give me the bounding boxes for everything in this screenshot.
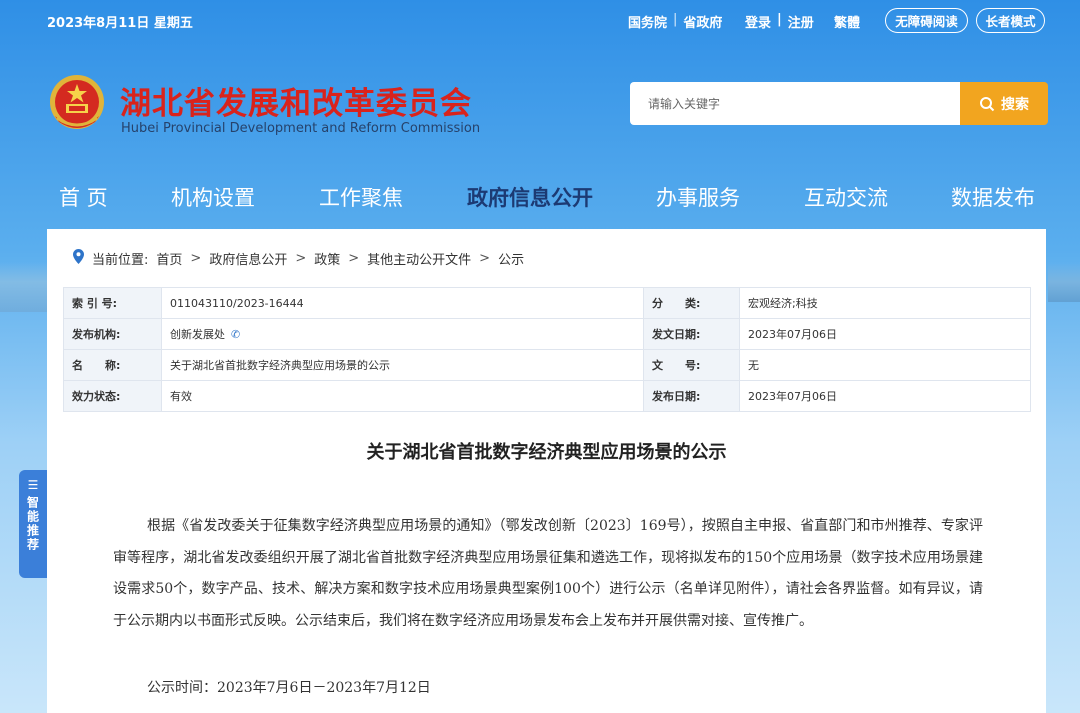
phone-icon[interactable]: ✆ bbox=[231, 328, 240, 341]
meta-value: 无 bbox=[739, 349, 1031, 381]
document-meta-table: 索 引 号: 011043110/2023-16444 分 类: 宏观经济;科技… bbox=[63, 287, 1031, 412]
breadcrumb-other-files[interactable]: 其他主动公开文件 bbox=[367, 249, 471, 268]
nav-organization[interactable]: 机构设置 bbox=[171, 182, 255, 212]
separator: | bbox=[673, 12, 678, 27]
register-link[interactable]: 注册 bbox=[788, 12, 814, 31]
site-title[interactable]: 湖北省发展和改革委员会 bbox=[120, 78, 472, 123]
accessible-reading-button[interactable]: 无障碍阅读 bbox=[885, 8, 968, 33]
meta-label: 分 类: bbox=[643, 287, 740, 319]
meta-label: 文 号: bbox=[643, 349, 740, 381]
article-title: 关于湖北省首批数字经济典型应用场景的公示 bbox=[366, 442, 727, 463]
meta-label: 效力状态: bbox=[63, 380, 162, 412]
skyline-decoration-left bbox=[0, 262, 50, 312]
nav-work-focus[interactable]: 工作聚焦 bbox=[319, 182, 403, 212]
breadcrumb: 当前位置: 首页 > 政府信息公开 > 政策 > 其他主动公开文件 > 公示 bbox=[73, 249, 524, 268]
nav-data-release[interactable]: 数据发布 bbox=[951, 182, 1035, 212]
breadcrumb-prefix: 当前位置: bbox=[92, 253, 149, 268]
chevron-right-icon: > bbox=[190, 251, 202, 266]
chevron-right-icon: > bbox=[295, 251, 307, 266]
list-icon: ☰ bbox=[27, 478, 39, 492]
nav-gov-info-disclosure[interactable]: 政府信息公开 bbox=[467, 182, 593, 212]
account-links: 登录 | 注册 bbox=[745, 12, 814, 31]
nav-interaction[interactable]: 互动交流 bbox=[804, 182, 888, 212]
meta-value: 宏观经济;科技 bbox=[739, 287, 1031, 319]
traditional-chinese-link[interactable]: 繁體 bbox=[834, 12, 860, 31]
top-bar: 2023年8月11日 星期五 国务院 | 省政府 登录 | 注册 繁體 无障碍阅… bbox=[0, 0, 1080, 40]
gov-links: 国务院 | 省政府 bbox=[628, 12, 722, 31]
elder-mode-button[interactable]: 长者模式 bbox=[976, 8, 1045, 33]
meta-label: 发文日期: bbox=[643, 318, 740, 350]
current-date: 2023年8月11日 星期五 bbox=[47, 16, 193, 31]
meta-label: 名 称: bbox=[63, 349, 162, 381]
article-body: 根据《省发改委关于征集数字经济典型应用场景的通知》（鄂发改创新〔2023〕169… bbox=[113, 518, 983, 629]
main-nav: 首 页 机构设置 工作聚焦 政府信息公开 办事服务 互动交流 数据发布 bbox=[0, 182, 1080, 212]
location-pin-icon bbox=[73, 249, 84, 268]
table-row: 名 称: 关于湖北省首批数字经济典型应用场景的公示 文 号: 无 bbox=[63, 349, 1031, 381]
table-row: 效力状态: 有效 发布日期: 2023年07月06日 bbox=[63, 380, 1031, 412]
search-bar: 搜索 bbox=[630, 82, 1048, 125]
nav-services[interactable]: 办事服务 bbox=[656, 182, 740, 212]
search-icon bbox=[980, 96, 995, 111]
notice-period: 公示时间：2023年7月6日－2023年7月12日 bbox=[147, 680, 431, 696]
national-emblem-icon bbox=[47, 72, 107, 136]
chevron-right-icon: > bbox=[479, 251, 491, 266]
meta-value: 关于湖北省首批数字经济典型应用场景的公示 bbox=[161, 349, 644, 381]
link-province-gov[interactable]: 省政府 bbox=[683, 12, 722, 31]
table-row: 索 引 号: 011043110/2023-16444 分 类: 宏观经济;科技 bbox=[63, 287, 1031, 319]
content-panel: 当前位置: 首页 > 政府信息公开 > 政策 > 其他主动公开文件 > 公示 索… bbox=[47, 229, 1046, 713]
meta-label: 索 引 号: bbox=[63, 287, 162, 319]
meta-value-publisher: 创新发展处 ✆ bbox=[161, 318, 644, 350]
meta-value: 011043110/2023-16444 bbox=[161, 287, 644, 319]
meta-label: 发布机构: bbox=[63, 318, 162, 350]
smart-recommend-label: 智能推荐 bbox=[25, 496, 40, 552]
smart-recommend-tab[interactable]: ☰ 智能推荐 bbox=[19, 470, 47, 578]
search-button-label: 搜索 bbox=[1001, 96, 1029, 113]
chevron-right-icon: > bbox=[348, 251, 360, 266]
table-row: 发布机构: 创新发展处 ✆ 发文日期: 2023年07月06日 bbox=[63, 318, 1031, 350]
breadcrumb-home[interactable]: 首页 bbox=[156, 249, 182, 268]
nav-home[interactable]: 首 页 bbox=[59, 182, 108, 212]
breadcrumb-notice[interactable]: 公示 bbox=[498, 249, 524, 268]
search-input[interactable] bbox=[630, 82, 960, 125]
site-subtitle: Hubei Provincial Development and Reform … bbox=[121, 121, 481, 136]
meta-label: 发布日期: bbox=[643, 380, 740, 412]
meta-value: 有效 bbox=[161, 380, 644, 412]
meta-value: 2023年07月06日 bbox=[739, 380, 1031, 412]
separator: | bbox=[777, 12, 782, 27]
publisher-name: 创新发展处 bbox=[170, 328, 225, 341]
breadcrumb-policy[interactable]: 政策 bbox=[314, 249, 340, 268]
link-state-council[interactable]: 国务院 bbox=[628, 12, 667, 31]
meta-value: 2023年07月06日 bbox=[739, 318, 1031, 350]
search-button[interactable]: 搜索 bbox=[960, 82, 1048, 125]
skyline-decoration-right bbox=[1048, 262, 1080, 302]
breadcrumb-gov-info[interactable]: 政府信息公开 bbox=[209, 249, 287, 268]
login-link[interactable]: 登录 bbox=[745, 12, 771, 31]
